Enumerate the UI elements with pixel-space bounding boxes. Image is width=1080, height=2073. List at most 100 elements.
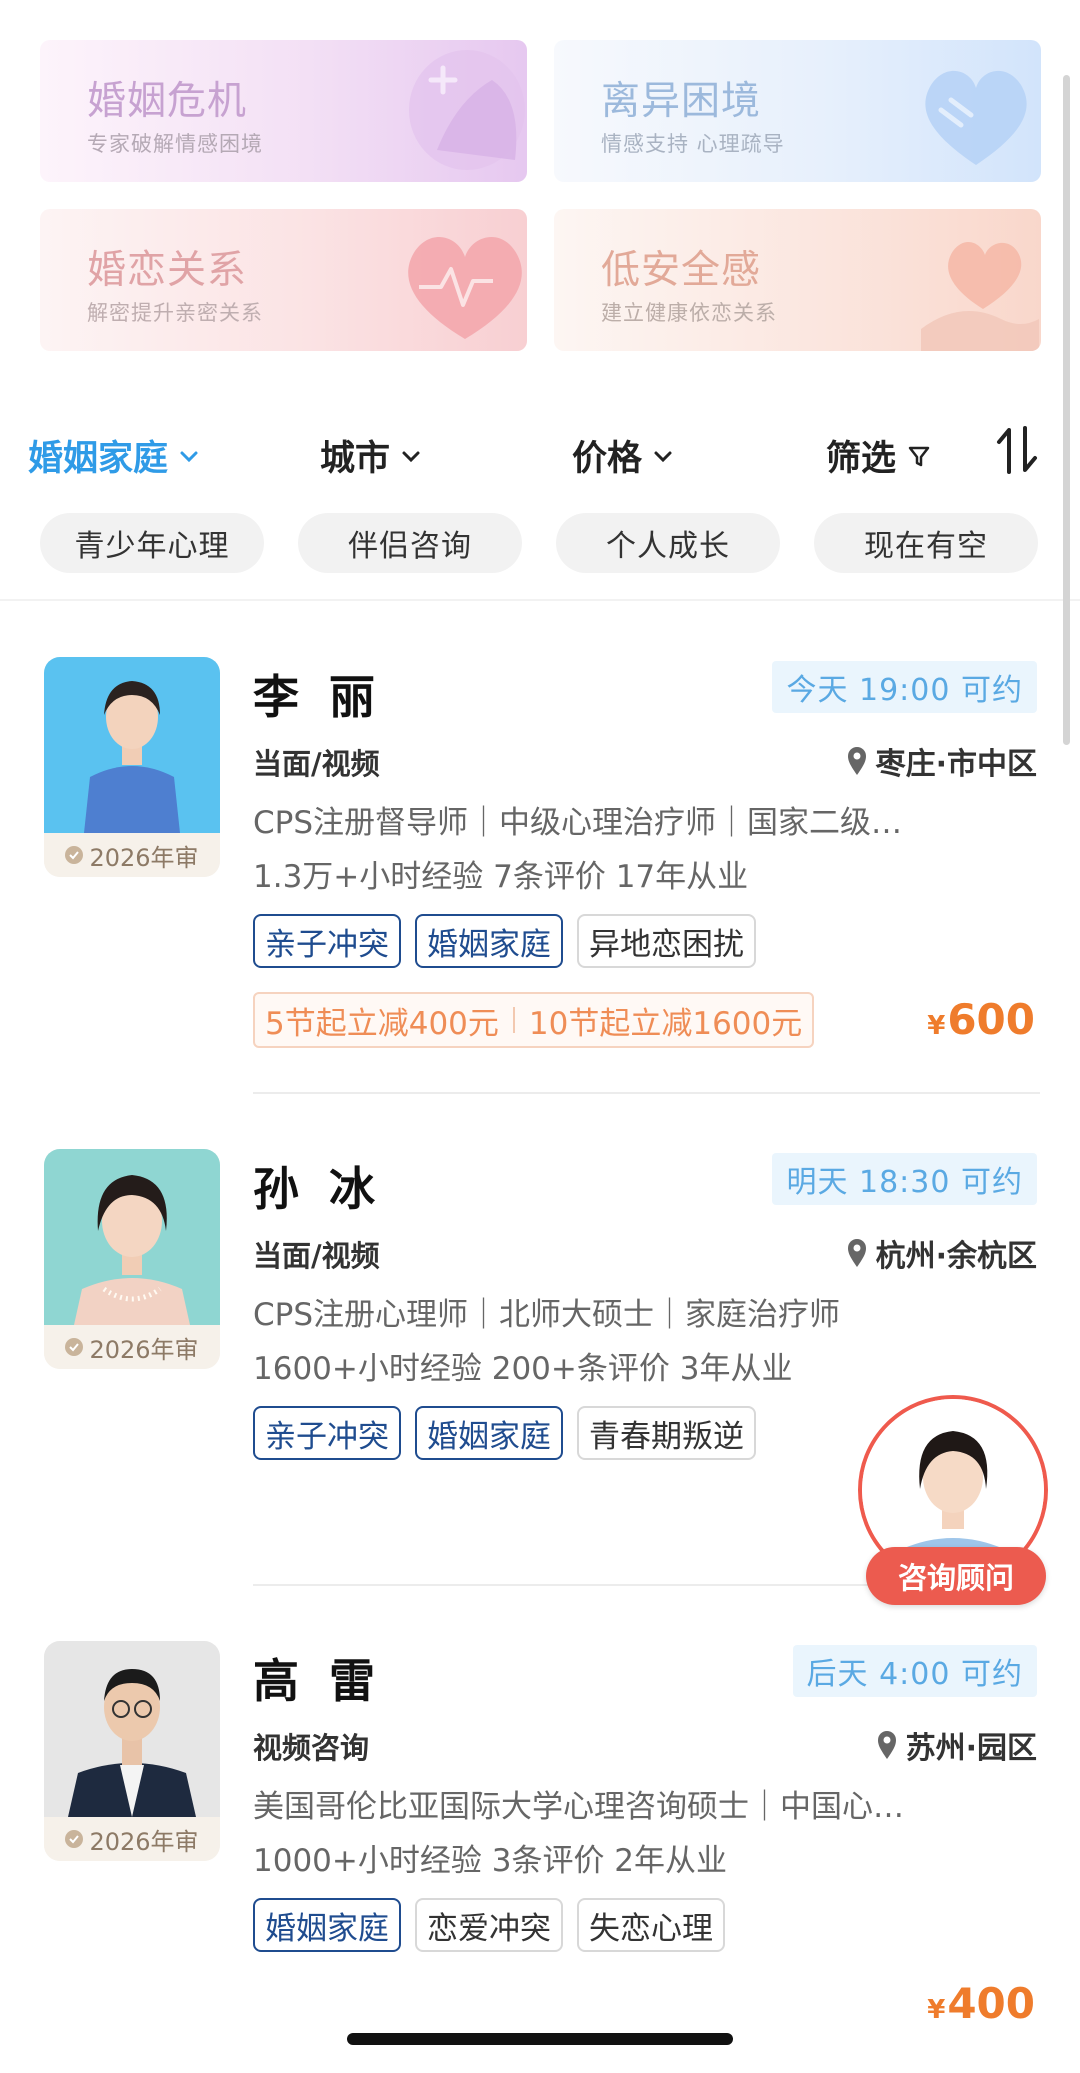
check-icon — [65, 1338, 84, 1356]
category-title: 婚姻危机 — [87, 79, 248, 124]
specialty-tag: 婚姻家庭 — [415, 1406, 563, 1460]
home-indicator[interactable] — [347, 2033, 733, 2045]
quick-filter-chips: 青少年心理 伴侣咨询 个人成长 现在有空 — [40, 513, 1080, 573]
category-subtitle: 专家破解情感困境 — [87, 132, 263, 156]
filter-city-dropdown[interactable]: 城市 — [320, 430, 422, 481]
sort-icon[interactable] — [995, 424, 1039, 476]
counselor-card[interactable]: 2026年审 高雷 后天 4:00 可约 视频咨询 苏州·园区 美国哥伦比亚国际… — [0, 1641, 1080, 2041]
consult-mode: 视频咨询 — [253, 1731, 370, 1765]
chip-available-now[interactable]: 现在有空 — [814, 513, 1038, 573]
badge-label: 2026年审 — [89, 1827, 199, 1856]
promo-separator — [512, 1007, 515, 1033]
counselor-photo — [44, 657, 220, 833]
consult-mode: 当面/视频 — [253, 747, 380, 781]
counselor-photo — [44, 1149, 220, 1325]
experience-stats: 1600+小时经验 200+条评价 3年从业 — [253, 1351, 793, 1387]
qualifications: CPS注册心理师｜北师大硕士｜家庭治疗师 — [253, 1297, 841, 1333]
avatar: 2026年审 — [44, 657, 220, 877]
location-label: 苏州·园区 — [905, 1731, 1037, 1766]
check-icon — [65, 846, 84, 864]
category-card-marriage-crisis[interactable]: 婚姻危机 专家破解情感困境 — [40, 40, 527, 182]
hand-heart-icon — [921, 242, 1039, 351]
qualifications: 美国哥伦比亚国际大学心理咨询硕士｜中国心… — [253, 1789, 904, 1825]
promotion-banner: 5节起立减400元 10节起立减1600元 — [253, 992, 815, 1048]
chip-teen-psychology[interactable]: 青少年心理 — [40, 513, 264, 573]
specialty-tags: 亲子冲突 婚姻家庭 青春期叛逆 — [253, 1406, 756, 1460]
location-label: 杭州·余杭区 — [875, 1239, 1037, 1274]
annual-review-badge: 2026年审 — [44, 1817, 220, 1861]
heartbeat-heart-icon — [408, 236, 522, 339]
promo-offer-1: 5节起立减400元 — [265, 1005, 499, 1042]
location: 杭州·余杭区 — [846, 1231, 1037, 1275]
counselor-name: 高雷 — [253, 1654, 405, 1708]
counselor-card[interactable]: 2026年审 李丽 今天 19:00 可约 当面/视频 枣庄·市中区 CPS注册… — [0, 657, 1080, 1097]
price-value: 600 — [947, 995, 1035, 1044]
badge-label: 2026年审 — [89, 843, 199, 872]
broken-heart-icon — [925, 70, 1027, 165]
category-subtitle: 建立健康依恋关系 — [601, 301, 777, 325]
annual-review-badge: 2026年审 — [44, 1325, 220, 1369]
currency-symbol: ¥ — [927, 1995, 946, 2025]
chip-personal-growth[interactable]: 个人成长 — [556, 513, 780, 573]
category-subtitle: 解密提升亲密关系 — [87, 301, 263, 325]
avatar: 2026年审 — [44, 1149, 220, 1369]
funnel-icon — [908, 446, 930, 466]
scrollbar[interactable] — [1063, 75, 1070, 745]
category-card-relationship[interactable]: 婚恋关系 解密提升亲密关系 — [40, 209, 527, 351]
category-card-insecurity[interactable]: 低安全感 建立健康依恋关系 — [554, 209, 1041, 351]
chevron-down-icon — [402, 451, 420, 462]
section-divider — [0, 599, 1080, 601]
price: ¥ 400 — [927, 1979, 1035, 2028]
category-cards: 婚姻危机 专家破解情感困境 离异困境 情感支持 心理疏导 婚恋关系 解密提升亲密… — [40, 40, 1041, 355]
category-title: 低安全感 — [601, 248, 762, 293]
category-subtitle: 情感支持 心理疏导 — [601, 132, 785, 156]
specialty-tags: 亲子冲突 婚姻家庭 异地恋困扰 — [253, 914, 756, 968]
specialty-tag: 青春期叛逆 — [577, 1406, 756, 1460]
head-illustration-icon — [409, 50, 525, 170]
price: ¥ 600 — [927, 995, 1035, 1044]
experience-stats: 1000+小时经验 3条评价 2年从业 — [253, 1843, 728, 1879]
filter-category-dropdown[interactable]: 婚姻家庭 — [28, 430, 200, 481]
consult-mode: 当面/视频 — [253, 1239, 380, 1273]
category-card-divorce[interactable]: 离异困境 情感支持 心理疏导 — [554, 40, 1041, 182]
currency-symbol: ¥ — [927, 1011, 946, 1041]
specialty-tag: 婚姻家庭 — [253, 1898, 401, 1952]
location: 枣庄·市中区 — [846, 739, 1037, 783]
filter-price-dropdown[interactable]: 价格 — [572, 430, 674, 481]
experience-stats: 1.3万+小时经验 7条评价 17年从业 — [253, 859, 749, 895]
location-pin-icon — [877, 1731, 896, 1759]
availability-badge: 后天 4:00 可约 — [792, 1645, 1037, 1697]
floating-consultant[interactable]: 咨询顾问 — [856, 1395, 1050, 1611]
specialty-tag: 婚姻家庭 — [415, 914, 563, 968]
filter-price-label: 价格 — [572, 439, 643, 479]
location-pin-icon — [847, 1239, 866, 1267]
chevron-down-icon — [654, 451, 672, 462]
avatar: 2026年审 — [44, 1641, 220, 1861]
promo-offer-2: 10节起立减1600元 — [528, 1005, 803, 1042]
chip-couples-counseling[interactable]: 伴侣咨询 — [298, 513, 522, 573]
check-icon — [65, 1830, 84, 1848]
specialty-tags: 婚姻家庭 恋爱冲突 失恋心理 — [253, 1898, 725, 1952]
location-label: 枣庄·市中区 — [875, 747, 1037, 782]
counselor-photo — [44, 1641, 220, 1817]
filter-category-label: 婚姻家庭 — [28, 439, 169, 479]
consultant-button[interactable]: 咨询顾问 — [866, 1547, 1046, 1605]
specialty-tag: 失恋心理 — [577, 1898, 725, 1952]
availability-badge: 今天 19:00 可约 — [772, 661, 1037, 713]
counselor-name: 孙冰 — [253, 1162, 405, 1216]
specialty-tag: 亲子冲突 — [253, 1406, 401, 1460]
specialty-tag: 异地恋困扰 — [577, 914, 756, 968]
category-title: 婚恋关系 — [87, 248, 248, 293]
specialty-tag: 恋爱冲突 — [415, 1898, 563, 1952]
filter-screen-button[interactable]: 筛选 — [826, 430, 932, 481]
filter-screen-label: 筛选 — [826, 439, 897, 479]
specialty-tag: 亲子冲突 — [253, 914, 401, 968]
price-value: 400 — [947, 1979, 1035, 2028]
annual-review-badge: 2026年审 — [44, 833, 220, 877]
chevron-down-icon — [180, 451, 198, 462]
qualifications: CPS注册督导师｜中级心理治疗师｜国家二级… — [253, 805, 903, 841]
row-divider — [253, 1092, 1040, 1094]
availability-badge: 明天 18:30 可约 — [772, 1153, 1037, 1205]
category-title: 离异困境 — [601, 79, 762, 124]
location-pin-icon — [847, 747, 866, 775]
